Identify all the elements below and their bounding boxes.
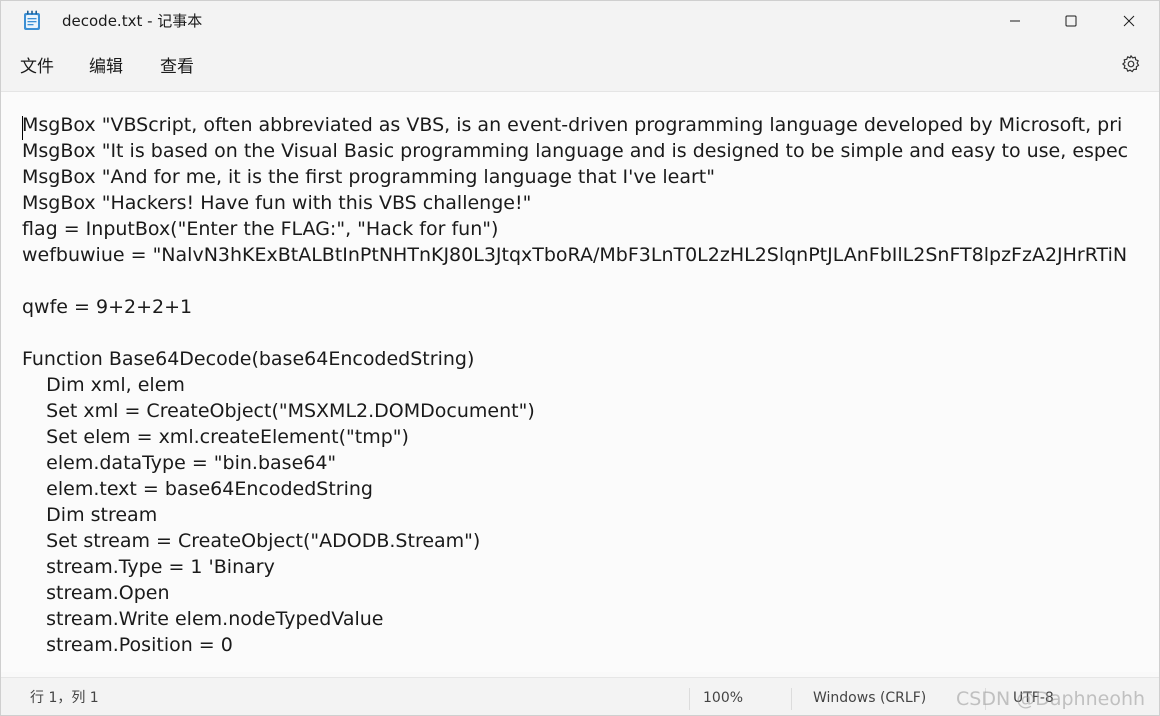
text-line: MsgBox "And for me, it is the first prog… [22,166,715,188]
text-line: Dim xml, elem [22,374,185,396]
text-line: stream.Position = 0 [22,634,233,656]
text-line [22,268,1139,294]
text-line: Set stream = CreateObject("ADODB.Stream"… [22,530,481,552]
menu-edit[interactable]: 编辑 [89,56,123,78]
text-line: Function Base64Decode(base64EncodedStrin… [22,348,475,370]
status-divider [791,688,792,710]
text-line: stream.Type = 1 'Binary [22,556,275,578]
text-editor[interactable]: MsgBox "VBScript, often abbreviated as V… [1,91,1159,672]
close-button[interactable] [1105,1,1153,41]
menu-bar: 文件 编辑 查看 [1,41,1159,91]
zoom-level[interactable]: 100% [703,689,743,707]
text-line: Set xml = CreateObject("MSXML2.DOMDocume… [22,400,535,422]
text-line: qwfe = 9+2+2+1 [22,296,193,318]
editor-content: MsgBox "VBScript, often abbreviated as V… [22,112,1139,658]
text-line: stream.Open [22,582,170,604]
watermark: CSDN @Daphneohh [956,688,1146,710]
title-bar[interactable]: decode.txt - 记事本 [1,1,1159,41]
text-line: Set elem = xml.createElement("tmp") [22,426,409,448]
gear-icon [1121,54,1141,78]
menu-view[interactable]: 查看 [160,56,194,78]
text-line: elem.dataType = "bin.base64" [22,452,337,474]
text-line: flag = InputBox("Enter the FLAG:", "Hack… [22,218,499,240]
minimize-icon [1009,15,1021,27]
text-line [22,320,1139,346]
minimize-button[interactable] [991,1,1039,41]
text-line: elem.text = base64EncodedString [22,478,373,500]
status-divider [689,688,690,710]
text-line: wefbuwiue = "NalvN3hKExBtALBtInPtNHTnKJ8… [22,244,1128,266]
notepad-icon [23,10,41,31]
notepad-window: decode.txt - 记事本 文件 编辑 查看 MsgBox "VBScri… [0,0,1160,716]
line-ending[interactable]: Windows (CRLF) [813,689,926,707]
text-line: Dim stream [22,504,158,526]
cursor-position: 行 1，列 1 [30,690,99,706]
maximize-button[interactable] [1047,1,1095,41]
text-line: stream.Write elem.nodeTypedValue [22,608,384,630]
text-line: MsgBox "It is based on the Visual Basic … [22,140,1129,162]
text-line: MsgBox "VBScript, often abbreviated as V… [22,114,1123,136]
close-icon [1123,15,1135,27]
settings-button[interactable] [1118,53,1144,79]
window-title: decode.txt - 记事本 [62,12,203,30]
text-line: MsgBox "Hackers! Have fun with this VBS … [22,192,532,214]
menu-file[interactable]: 文件 [20,56,54,78]
maximize-icon [1065,15,1077,27]
status-bar: 行 1，列 1 100% Windows (CRLF) UTF-8 CSDN @… [1,677,1159,715]
